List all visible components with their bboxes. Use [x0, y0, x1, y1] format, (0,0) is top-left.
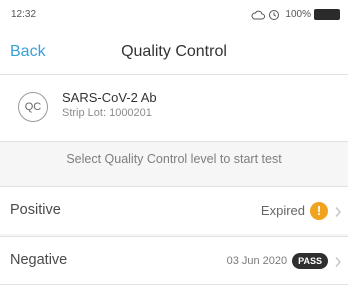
qc-level-negative-row[interactable]: Negative 03 Jun 2020 PASS — [0, 236, 348, 285]
chevron-right-icon — [334, 205, 342, 217]
sync-icon — [268, 8, 282, 20]
status-time: 12:32 — [11, 9, 37, 20]
row-status: 03 Jun 2020 PASS — [227, 237, 342, 284]
qc-level-positive-row[interactable]: Positive Expired ! — [0, 186, 348, 234]
chevron-right-icon — [334, 255, 342, 267]
status-icons: 100% — [251, 6, 340, 22]
expired-status: Expired — [260, 203, 305, 218]
strip-lot: Strip Lot: 1000201 — [62, 107, 152, 119]
pass-badge: PASS — [292, 252, 328, 269]
instruction-text: Select Quality Control level to start te… — [66, 152, 282, 166]
cloud-icon — [251, 8, 266, 20]
screen: 12:32 100% Back Quality Control QC SARS-… — [0, 0, 348, 285]
page-title: Quality Control — [121, 43, 227, 60]
nav-bar: Back Quality Control — [0, 30, 348, 75]
strip-name: SARS-CoV-2 Ab — [62, 90, 157, 105]
qc-badge-icon: QC — [18, 92, 48, 122]
row-status: Expired ! — [261, 187, 342, 234]
last-pass-date: 03 Jun 2020 — [226, 254, 288, 267]
row-label: Negative — [10, 252, 68, 268]
strip-info: QC SARS-CoV-2 Ab Strip Lot: 1000201 — [0, 75, 348, 142]
status-bar: 12:32 100% — [0, 0, 348, 30]
row-label: Positive — [10, 202, 61, 218]
battery-icon — [314, 8, 340, 20]
warning-icon: ! — [310, 201, 328, 220]
battery-percent: 100% — [285, 8, 311, 20]
